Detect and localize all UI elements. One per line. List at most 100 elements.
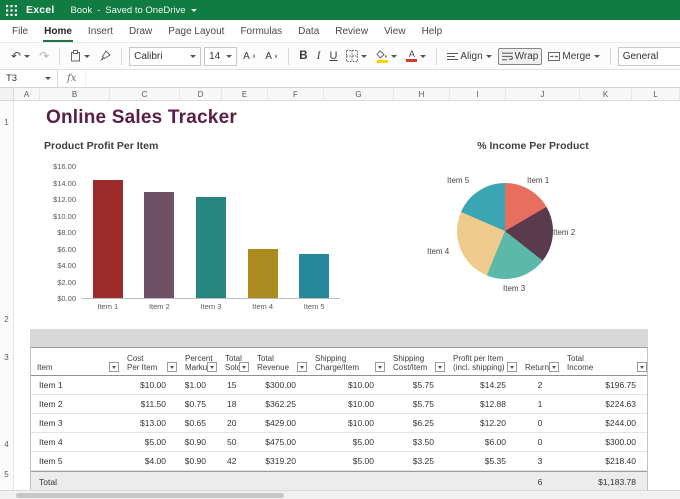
- filter-dropdown-button[interactable]: [297, 362, 307, 372]
- wrap-text-button[interactable]: Wrap: [498, 48, 543, 65]
- table-cell[interactable]: $3.25: [387, 456, 447, 466]
- table-cell[interactable]: Item 3: [31, 418, 121, 428]
- bold-button[interactable]: B: [296, 48, 310, 64]
- table-cell[interactable]: $5.75: [387, 399, 447, 409]
- filter-dropdown-button[interactable]: [637, 362, 647, 372]
- column-header-I[interactable]: I: [450, 88, 506, 100]
- column-header-H[interactable]: H: [394, 88, 450, 100]
- filter-dropdown-button[interactable]: [375, 362, 385, 372]
- table-cell[interactable]: $10.00: [309, 380, 387, 390]
- cell-name-box[interactable]: T3: [0, 70, 58, 87]
- table-cell[interactable]: $6.00: [447, 437, 519, 447]
- column-header-B[interactable]: B: [40, 88, 110, 100]
- table-cell[interactable]: $0.90: [179, 456, 219, 466]
- column-header-F[interactable]: F: [268, 88, 324, 100]
- row-header-5[interactable]: 5: [0, 470, 13, 479]
- paste-button[interactable]: [67, 48, 93, 64]
- table-cell[interactable]: 20: [219, 418, 251, 428]
- menu-tab-home[interactable]: Home: [36, 20, 80, 42]
- horizontal-scrollbar[interactable]: [0, 490, 680, 499]
- table-cell[interactable]: $218.40: [561, 456, 649, 466]
- increase-font-button[interactable]: A∧: [240, 49, 259, 64]
- insert-function-button[interactable]: fx: [58, 70, 86, 87]
- table-cell[interactable]: 1: [519, 399, 561, 409]
- app-launcher-button[interactable]: [0, 0, 22, 20]
- menu-tab-page-layout[interactable]: Page Layout: [160, 20, 232, 42]
- table-cell[interactable]: $5.00: [121, 437, 179, 447]
- italic-button[interactable]: I: [314, 48, 324, 64]
- total-income-cell[interactable]: $1,183.78: [561, 477, 649, 487]
- font-color-button[interactable]: A: [403, 48, 429, 64]
- table-cell[interactable]: $11.50: [121, 399, 179, 409]
- row-header-4[interactable]: 4: [0, 440, 13, 449]
- table-cell[interactable]: $1.00: [179, 380, 219, 390]
- table-cell[interactable]: $0.65: [179, 418, 219, 428]
- table-cell[interactable]: 42: [219, 456, 251, 466]
- table-cell[interactable]: 15: [219, 380, 251, 390]
- filter-dropdown-button[interactable]: [507, 362, 517, 372]
- filter-dropdown-button[interactable]: [549, 362, 559, 372]
- redo-button[interactable]: ↷: [36, 48, 52, 64]
- font-size-select[interactable]: 14: [204, 47, 237, 66]
- column-header-C[interactable]: C: [110, 88, 180, 100]
- align-button[interactable]: Align: [444, 49, 494, 64]
- table-cell[interactable]: $244.00: [561, 418, 649, 428]
- scrollbar-thumb[interactable]: [16, 493, 284, 498]
- filter-dropdown-button[interactable]: [109, 362, 119, 372]
- menu-tab-data[interactable]: Data: [290, 20, 327, 42]
- table-cell[interactable]: Item 2: [31, 399, 121, 409]
- table-cell[interactable]: 50: [219, 437, 251, 447]
- table-cell[interactable]: 0: [519, 418, 561, 428]
- table-cell[interactable]: $5.35: [447, 456, 519, 466]
- menu-tab-review[interactable]: Review: [327, 20, 376, 42]
- column-header-K[interactable]: K: [580, 88, 632, 100]
- column-header-L[interactable]: L: [632, 88, 680, 100]
- format-painter-button[interactable]: [96, 48, 114, 64]
- saved-status[interactable]: Saved to OneDrive: [105, 5, 185, 16]
- number-format-select[interactable]: General: [618, 47, 680, 66]
- table-cell[interactable]: $12.88: [447, 399, 519, 409]
- fill-color-button[interactable]: [373, 48, 400, 65]
- table-cell[interactable]: $13.00: [121, 418, 179, 428]
- table-cell[interactable]: $14.25: [447, 380, 519, 390]
- table-cell[interactable]: $300.00: [561, 437, 649, 447]
- table-cell[interactable]: $196.75: [561, 380, 649, 390]
- table-cell[interactable]: $300.00: [251, 380, 309, 390]
- merge-button[interactable]: Merge: [545, 49, 602, 64]
- filter-dropdown-button[interactable]: [435, 362, 445, 372]
- menu-tab-insert[interactable]: Insert: [80, 20, 121, 42]
- table-cell[interactable]: $319.20: [251, 456, 309, 466]
- table-cell[interactable]: $0.90: [179, 437, 219, 447]
- row-header-2[interactable]: 2: [0, 315, 13, 324]
- menu-tab-file[interactable]: File: [4, 20, 36, 42]
- select-all-button[interactable]: [0, 88, 14, 100]
- table-cell[interactable]: $0.75: [179, 399, 219, 409]
- column-header-A[interactable]: A: [14, 88, 40, 100]
- formula-input[interactable]: [86, 70, 680, 87]
- column-header-E[interactable]: E: [222, 88, 268, 100]
- table-cell[interactable]: $4.00: [121, 456, 179, 466]
- column-header-G[interactable]: G: [324, 88, 394, 100]
- table-cell[interactable]: Item 5: [31, 456, 121, 466]
- menu-tab-view[interactable]: View: [376, 20, 414, 42]
- document-title[interactable]: Book: [70, 5, 92, 16]
- table-cell[interactable]: $6.25: [387, 418, 447, 428]
- total-returns-cell[interactable]: 6: [519, 477, 561, 487]
- table-cell[interactable]: 2: [519, 380, 561, 390]
- table-cell[interactable]: $475.00: [251, 437, 309, 447]
- table-cell[interactable]: Item 4: [31, 437, 121, 447]
- table-cell[interactable]: $10.00: [121, 380, 179, 390]
- table-cell[interactable]: $5.00: [309, 456, 387, 466]
- table-cell[interactable]: $5.00: [309, 437, 387, 447]
- row-header-1[interactable]: 1: [0, 118, 13, 127]
- filter-dropdown-button[interactable]: [239, 362, 249, 372]
- font-name-select[interactable]: Calibri: [129, 47, 201, 66]
- sheet-grid[interactable]: Online Sales Tracker Product Profit Per …: [14, 101, 680, 490]
- document-info[interactable]: Book - Saved to OneDrive: [70, 5, 196, 16]
- table-cell[interactable]: Item 1: [31, 380, 121, 390]
- table-cell[interactable]: 3: [519, 456, 561, 466]
- table-cell[interactable]: $362.25: [251, 399, 309, 409]
- row-header-3[interactable]: 3: [0, 353, 13, 362]
- table-cell[interactable]: $224.63: [561, 399, 649, 409]
- menu-tab-formulas[interactable]: Formulas: [232, 20, 290, 42]
